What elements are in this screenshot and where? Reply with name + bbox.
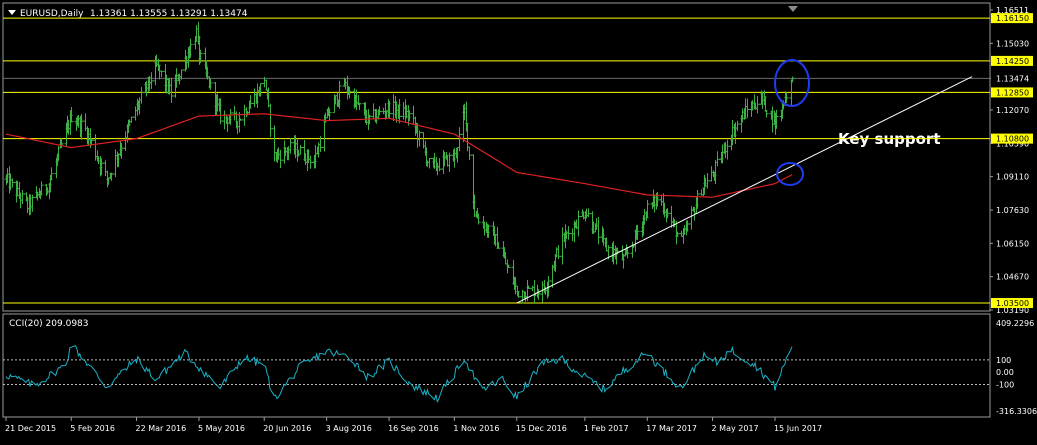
y-axis-tick-label: 1.06150 bbox=[996, 239, 1029, 248]
level-price-label: 1.03500 bbox=[996, 299, 1029, 308]
level-price-label: 1.14250 bbox=[996, 57, 1029, 66]
y-axis-tick-label: 1.12070 bbox=[996, 106, 1029, 115]
x-axis-tick-label: 15 Jun 2017 bbox=[774, 424, 822, 433]
main-plot-frame bbox=[2, 2, 991, 312]
cci-axis-label: -316.3306 bbox=[996, 407, 1037, 416]
x-axis-tick-label: 22 Mar 2016 bbox=[136, 424, 187, 433]
x-axis-tick-label: 21 Dec 2015 bbox=[5, 424, 56, 433]
indicator-plot-frame bbox=[2, 313, 991, 418]
trading-chart-window[interactable]: EURUSD,Daily 1.13361 1.13555 1.13291 1.1… bbox=[0, 0, 1037, 441]
current-price-label: 1.13474 bbox=[996, 74, 1029, 83]
x-axis-tick-label: 2 May 2017 bbox=[712, 424, 759, 433]
y-axis-tick-label: 1.07630 bbox=[996, 206, 1029, 215]
ohlc-label: 1.13361 1.13555 1.13291 1.13474 bbox=[90, 9, 248, 19]
chart-svg[interactable]: EURUSD,Daily 1.13361 1.13555 1.13291 1.1… bbox=[0, 0, 1037, 441]
y-axis-tick-label: 1.04670 bbox=[996, 273, 1029, 282]
cci-indicator-label: CCI(20) 209.0983 bbox=[9, 319, 89, 329]
level-price-label: 1.16150 bbox=[996, 14, 1029, 23]
y-axis-tick-label: 1.09110 bbox=[996, 173, 1029, 182]
x-axis-tick-label: 17 Mar 2017 bbox=[646, 424, 697, 433]
x-axis-tick-label: 1 Feb 2017 bbox=[584, 424, 629, 433]
cci-axis-label: 0.00 bbox=[996, 368, 1014, 377]
x-axis-tick-label: 5 Feb 2016 bbox=[70, 424, 115, 433]
x-axis-tick-label: 5 May 2016 bbox=[198, 424, 245, 433]
x-axis-tick-label: 20 Jun 2016 bbox=[263, 424, 311, 433]
level-price-label: 1.12850 bbox=[996, 88, 1029, 97]
cci-axis-label: -100 bbox=[996, 380, 1014, 389]
x-axis-tick-label: 16 Sep 2016 bbox=[388, 424, 439, 433]
level-price-label: 1.10800 bbox=[996, 135, 1029, 144]
x-axis-tick-label: 1 Nov 2016 bbox=[453, 424, 499, 433]
y-axis-tick-label: 1.15030 bbox=[996, 39, 1029, 48]
cci-axis-label: 100 bbox=[996, 356, 1011, 365]
symbol-label: EURUSD,Daily bbox=[20, 9, 84, 19]
x-axis-tick-label: 15 Dec 2016 bbox=[516, 424, 567, 433]
x-axis-tick-label: 3 Aug 2016 bbox=[326, 424, 372, 433]
cci-axis-label: 409.2296 bbox=[996, 319, 1034, 328]
